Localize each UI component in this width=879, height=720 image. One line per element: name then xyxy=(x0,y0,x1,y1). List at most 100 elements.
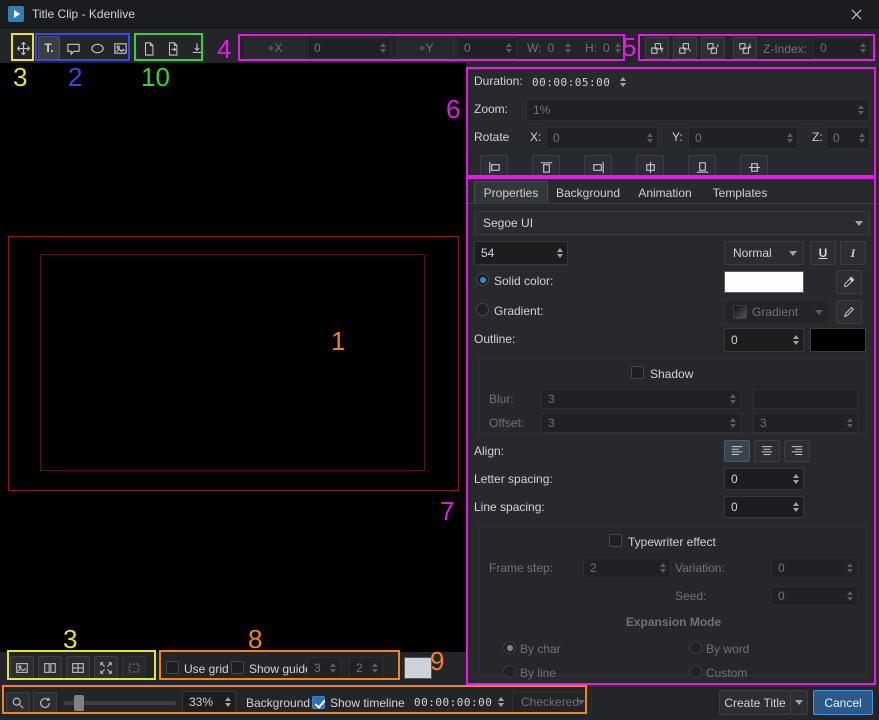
timeline-timecode[interactable]: 00:00:00:00 xyxy=(408,691,508,713)
spin-arrows-icon[interactable] xyxy=(504,38,513,58)
spin-arrows-icon[interactable] xyxy=(378,38,387,58)
rotate-x-spinbox[interactable]: 0 xyxy=(546,127,658,149)
select-all-button[interactable] xyxy=(10,656,34,680)
rotate-z-spinbox[interactable]: 0 xyxy=(826,127,870,149)
zoom-spinbox[interactable]: 1% xyxy=(526,99,869,121)
solid-color-radio[interactable] xyxy=(476,273,489,286)
spin-arrows-icon[interactable] xyxy=(328,658,337,678)
frame-step-spinbox[interactable]: 2 xyxy=(583,558,671,578)
outline-color-swatch[interactable] xyxy=(810,328,866,352)
save-document-button[interactable] xyxy=(187,36,207,60)
pos-x-spinbox[interactable]: 0 xyxy=(307,37,391,59)
new-document-button[interactable] xyxy=(139,36,159,60)
create-title-button[interactable]: Create Title xyxy=(719,690,791,715)
text-align-right-button[interactable] xyxy=(784,440,810,462)
guides-y-spinbox[interactable]: 2 xyxy=(349,657,383,679)
by-char-radio[interactable] xyxy=(503,641,516,654)
text-tool-button[interactable]: T. xyxy=(38,36,60,60)
spin-arrows-icon[interactable] xyxy=(845,414,854,432)
shadow-checkbox[interactable] xyxy=(631,366,644,379)
outline-spinbox[interactable]: 0 xyxy=(724,328,804,352)
duration-timecode[interactable]: 00:00:05:00 xyxy=(526,71,630,93)
line-spacing-spinbox[interactable]: 0 xyxy=(724,496,804,518)
show-guides-checkbox[interactable] xyxy=(231,661,244,674)
raise-to-top-button[interactable] xyxy=(645,37,669,59)
spin-arrows-icon[interactable] xyxy=(856,100,865,120)
guides-x-spinbox[interactable]: 3 xyxy=(307,657,341,679)
typewriter-checkbox[interactable] xyxy=(609,534,622,547)
custom-radio[interactable] xyxy=(689,665,702,678)
spin-arrows-icon[interactable] xyxy=(791,329,800,351)
zoom-slider-handle[interactable] xyxy=(74,695,84,711)
letter-spacing-spinbox[interactable]: 0 xyxy=(724,468,804,490)
align-v-bottom-button[interactable] xyxy=(688,155,716,179)
width-spinbox[interactable]: W: 0 xyxy=(521,37,575,59)
italic-button[interactable]: I xyxy=(840,241,866,265)
create-title-dropdown[interactable] xyxy=(790,690,808,715)
zoom-slider[interactable] xyxy=(64,701,176,705)
spin-arrows-icon[interactable] xyxy=(845,587,854,605)
font-family-combo[interactable]: Segoe UI xyxy=(474,211,870,235)
font-weight-combo[interactable]: Normal xyxy=(724,241,804,265)
solid-color-swatch[interactable] xyxy=(724,271,804,293)
close-button[interactable] xyxy=(834,0,879,28)
open-document-button[interactable] xyxy=(163,36,183,60)
guide-color-swatch[interactable] xyxy=(404,657,432,679)
color-picker-button[interactable] xyxy=(836,270,862,294)
show-timeline-checkbox[interactable] xyxy=(312,696,325,709)
cancel-button[interactable]: Cancel xyxy=(813,690,873,715)
underline-button[interactable]: U xyxy=(810,241,836,265)
select-text-items-button[interactable] xyxy=(38,656,62,680)
spin-arrows-icon[interactable] xyxy=(858,38,867,58)
align-v-top-button[interactable] xyxy=(532,155,560,179)
by-word-radio[interactable] xyxy=(689,641,702,654)
spin-arrows-icon[interactable] xyxy=(857,128,866,148)
zoom-fit-button[interactable] xyxy=(33,692,57,714)
background-pattern-combo[interactable]: Checkered xyxy=(512,691,592,713)
spin-arrows-icon[interactable] xyxy=(555,242,564,264)
gradient-combo[interactable]: Gradient xyxy=(724,300,830,324)
title-canvas[interactable] xyxy=(0,63,466,652)
text-align-center-button[interactable] xyxy=(754,440,780,462)
shadow-color-field[interactable] xyxy=(753,389,858,409)
use-grid-checkbox[interactable] xyxy=(166,661,179,674)
zoom-in-button[interactable] xyxy=(6,692,30,714)
spin-arrows-icon[interactable] xyxy=(728,390,737,408)
offset-x-spinbox[interactable]: 3 xyxy=(541,413,741,433)
tab-background[interactable]: Background xyxy=(548,181,628,204)
lower-to-bottom-button[interactable] xyxy=(733,37,757,59)
rotate-y-spinbox[interactable]: 0 xyxy=(688,127,798,149)
align-h-right-button[interactable] xyxy=(584,155,612,179)
spin-arrows-icon[interactable] xyxy=(785,128,794,148)
spin-arrows-icon[interactable] xyxy=(791,469,800,489)
zoom-percent-spinbox[interactable]: 33% xyxy=(182,691,236,713)
image-tool-button[interactable] xyxy=(109,36,131,60)
gradient-radio[interactable] xyxy=(476,303,489,316)
seed-spinbox[interactable]: 0 xyxy=(771,586,858,606)
blur-spinbox[interactable]: 3 xyxy=(541,389,741,409)
lower-button[interactable] xyxy=(701,37,725,59)
select-rect-items-button[interactable] xyxy=(66,656,90,680)
select-image-items-button[interactable] xyxy=(94,656,118,680)
edit-gradient-button[interactable] xyxy=(836,300,862,324)
tab-properties[interactable]: Properties xyxy=(474,181,548,204)
spin-arrows-icon[interactable] xyxy=(845,559,854,577)
rect-tool-button[interactable] xyxy=(62,36,84,60)
pos-y-spinbox[interactable]: 0 xyxy=(457,37,517,59)
unselect-items-button[interactable] xyxy=(122,656,146,680)
spin-arrows-icon[interactable] xyxy=(496,691,505,713)
font-size-spinbox[interactable]: 54 xyxy=(474,241,568,265)
spin-arrows-icon[interactable] xyxy=(618,71,627,93)
spin-arrows-icon[interactable] xyxy=(223,692,232,712)
ellipse-tool-button[interactable] xyxy=(86,36,108,60)
move-tool-button[interactable] xyxy=(12,36,34,60)
tab-animation[interactable]: Animation xyxy=(628,181,702,204)
spin-arrows-icon[interactable] xyxy=(563,37,572,59)
offset-y-spinbox[interactable]: 3 xyxy=(753,413,858,433)
height-spinbox[interactable]: H: 0 xyxy=(579,37,625,59)
text-align-left-button[interactable] xyxy=(724,440,750,462)
spin-arrows-icon[interactable] xyxy=(613,37,622,59)
spin-arrows-icon[interactable] xyxy=(658,559,667,577)
raise-button[interactable] xyxy=(673,37,697,59)
align-h-left-button[interactable] xyxy=(480,155,508,179)
